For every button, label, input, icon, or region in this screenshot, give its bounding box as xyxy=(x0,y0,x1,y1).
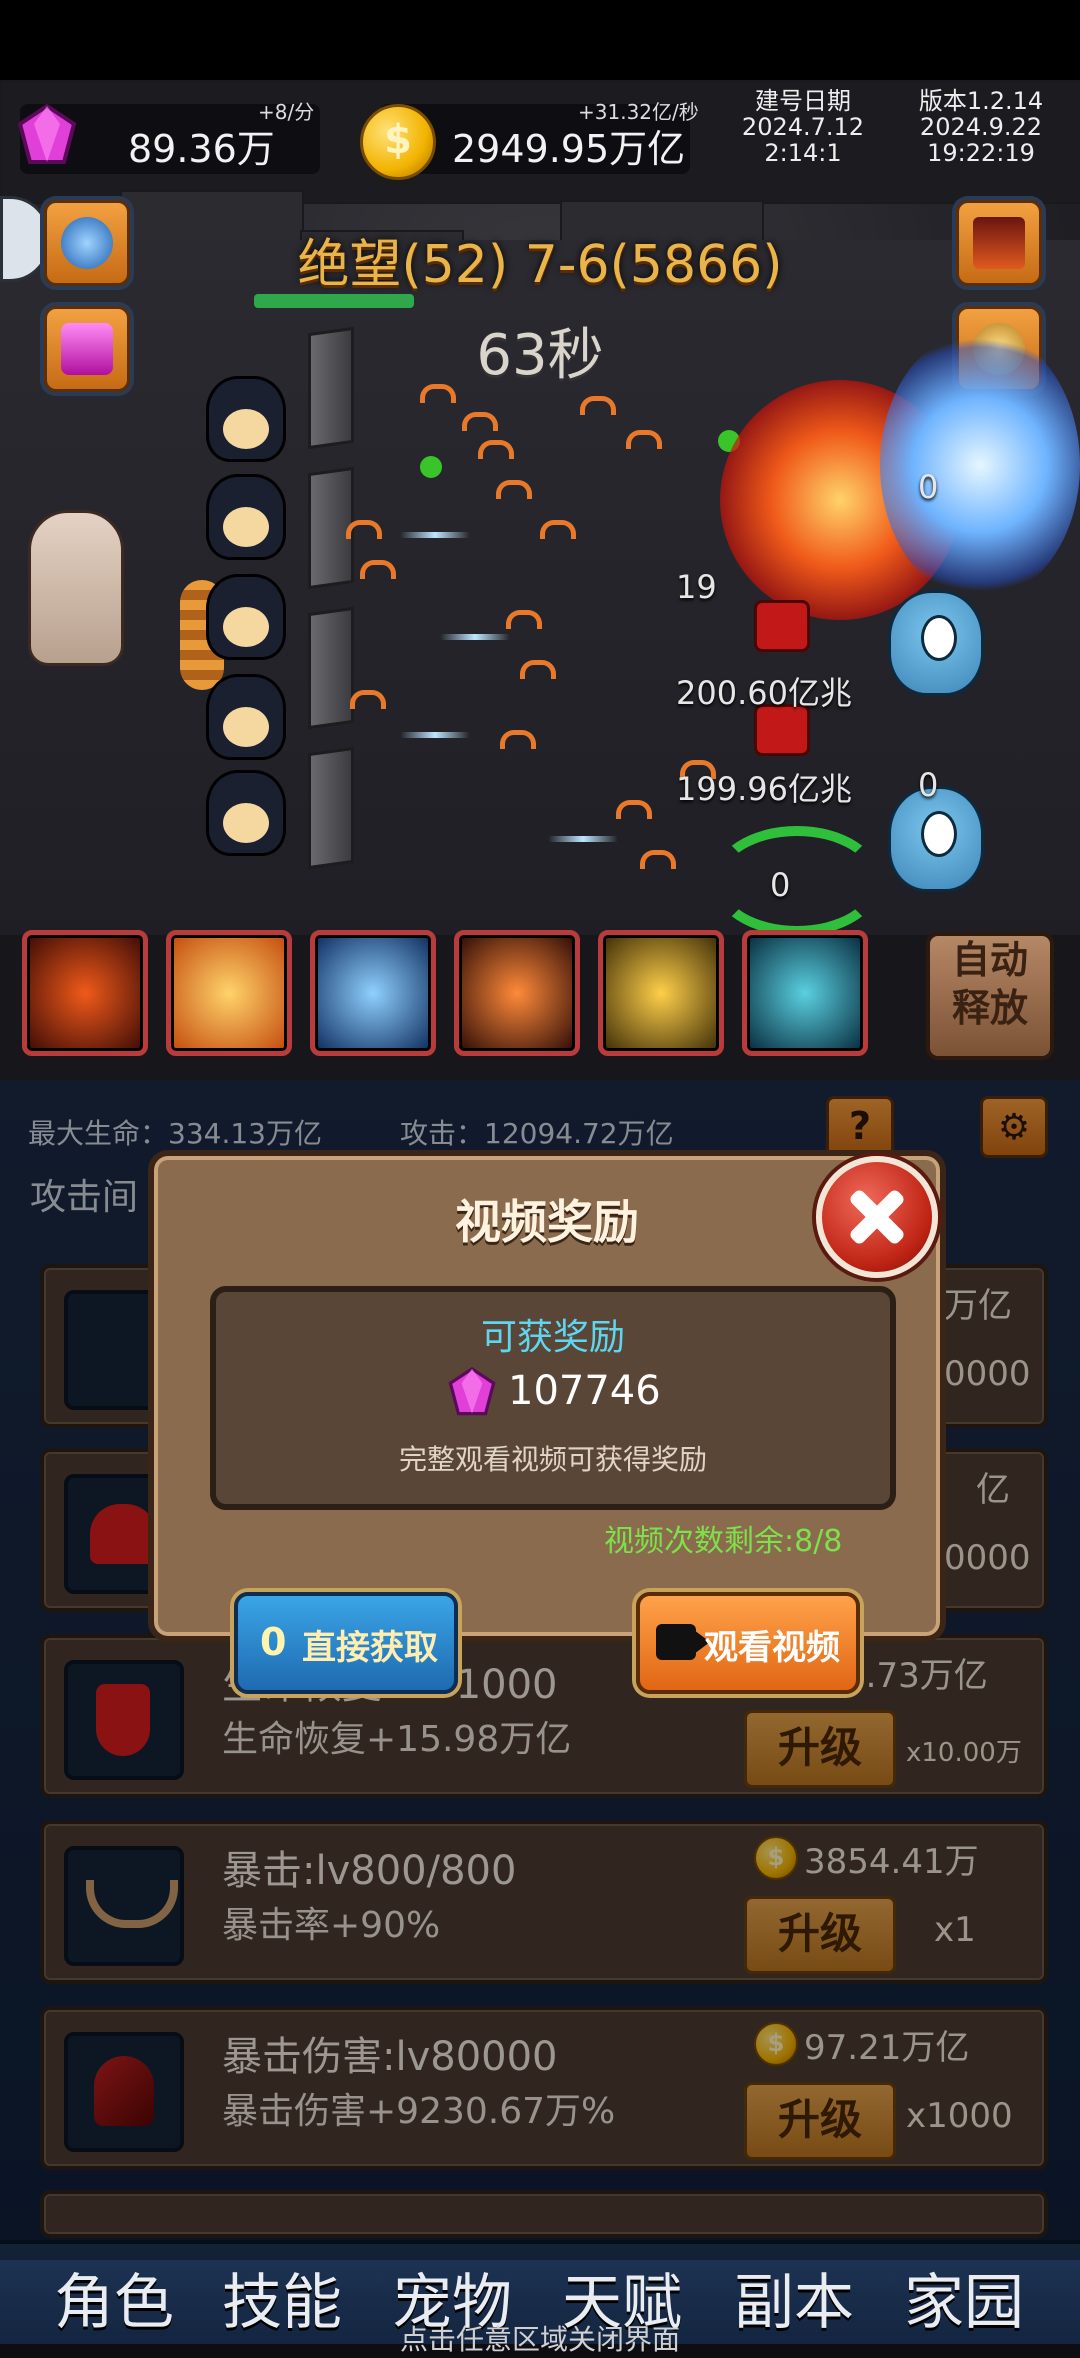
stage-title: 绝望(52) 7-6(5866) xyxy=(297,235,783,295)
skill-lightning[interactable] xyxy=(310,930,436,1056)
projectile xyxy=(520,660,556,679)
projectile xyxy=(346,520,382,539)
ice-shard xyxy=(548,836,618,842)
projectile xyxy=(496,480,532,499)
projectile xyxy=(478,440,514,459)
skill-whirlpool[interactable] xyxy=(742,930,868,1056)
hero-unit[interactable] xyxy=(206,376,286,462)
build-date: 2024.7.12 xyxy=(741,113,865,141)
watch-video-button[interactable]: 观看视频 xyxy=(636,1592,860,1694)
video-camera-icon xyxy=(656,1624,710,1660)
damage-number: 0 xyxy=(918,766,939,804)
barricade xyxy=(308,326,354,450)
damage-number: 0 xyxy=(770,866,791,904)
reward-label: 可获奖励 xyxy=(480,1317,625,1358)
projectile xyxy=(640,850,676,869)
direct-claim-count: 0 xyxy=(260,1620,287,1664)
skill-fire-rain[interactable] xyxy=(598,930,724,1056)
status-bar xyxy=(0,0,1080,80)
close-button[interactable] xyxy=(816,1156,938,1278)
projectile xyxy=(500,730,536,749)
auto-cast-button[interactable]: 自动 释放 xyxy=(926,932,1054,1060)
projectile xyxy=(616,800,652,819)
blue-cyclops-enemy[interactable] xyxy=(888,590,984,696)
reward-note: 完整观看视频可获得奖励 xyxy=(398,1443,707,1476)
ice-shard xyxy=(400,532,470,538)
player-character xyxy=(28,510,124,666)
version-date: 2024.9.22 xyxy=(919,113,1043,141)
hero-unit[interactable] xyxy=(206,574,286,660)
build-date-label: 建号日期 xyxy=(755,87,851,115)
projectile xyxy=(580,396,616,415)
coin-count: 2949.95万亿 xyxy=(452,127,686,171)
close-hint: 点击任意区域关闭界面 xyxy=(399,2323,680,2356)
reward-box: 可获奖励 107746 完整观看视频可获得奖励 xyxy=(210,1286,896,1510)
red-enemy[interactable] xyxy=(754,600,810,652)
ice-shard xyxy=(440,634,510,640)
skill-fire-demon[interactable] xyxy=(166,930,292,1056)
video-remaining: 视频次数剩余:8/8 xyxy=(604,1524,843,1559)
hero-unit[interactable] xyxy=(206,474,286,560)
coin-icon: $ xyxy=(360,104,436,180)
video-reward-dialog: 视频奖励 可获奖励 107746 完整观看视频可获得奖励 视频次数剩余:8/8 … xyxy=(148,1150,946,1694)
auto-cast-label-1: 自动 xyxy=(951,938,1028,982)
projectile xyxy=(540,520,576,539)
direct-claim-button[interactable]: 0 直接获取 xyxy=(234,1592,458,1694)
barricade xyxy=(308,606,354,730)
hero-unit[interactable] xyxy=(206,674,286,760)
direct-claim-label: 直接获取 xyxy=(302,1628,438,1668)
skill-meteor[interactable] xyxy=(454,930,580,1056)
skill-rage[interactable] xyxy=(22,930,148,1056)
poison-effect xyxy=(712,826,882,936)
wall-health-bar xyxy=(254,294,414,308)
projectile xyxy=(462,412,498,431)
green-orb xyxy=(420,456,442,478)
watch-video-label: 观看视频 xyxy=(704,1628,840,1668)
gem-icon xyxy=(444,1364,500,1420)
version-label: 版本1.2.14 xyxy=(918,87,1044,115)
damage-number: 19 xyxy=(676,568,717,606)
projectile xyxy=(420,384,456,403)
projectile xyxy=(360,560,396,579)
gem-count: 89.36万 xyxy=(128,127,275,171)
hero-unit[interactable] xyxy=(206,770,286,856)
version-time: 19:22:19 xyxy=(927,139,1035,167)
damage-number: 0 xyxy=(918,468,939,506)
projectile xyxy=(350,690,386,709)
barricade xyxy=(308,746,354,870)
damage-number: 199.96亿兆 xyxy=(676,770,852,808)
ice-shard xyxy=(400,732,470,738)
ice-burst-effect xyxy=(880,330,1080,600)
build-time: 2:14:1 xyxy=(764,139,842,167)
reward-value: 107746 xyxy=(508,1368,661,1414)
gem-icon xyxy=(12,100,82,170)
auto-cast-label-2: 释放 xyxy=(951,986,1028,1030)
damage-number: 200.60亿兆 xyxy=(676,674,852,712)
projectile xyxy=(626,430,662,449)
projectile xyxy=(506,610,542,629)
